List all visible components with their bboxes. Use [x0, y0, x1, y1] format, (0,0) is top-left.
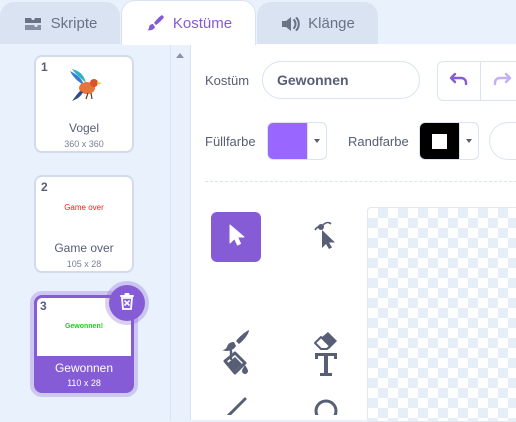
costume-name: Game over — [54, 241, 114, 255]
chevron-down-icon — [307, 123, 326, 159]
outline-color-swatch — [420, 123, 459, 159]
tab-costumes-label: Kostüme — [172, 14, 233, 32]
fill-color-swatch — [268, 123, 307, 159]
outline-width-input[interactable] — [489, 122, 516, 160]
redo-icon — [492, 71, 512, 92]
tab-sounds[interactable]: Klänge — [257, 2, 378, 44]
costume-item-2[interactable]: 2 Game over Game over 105 x 28 — [34, 175, 134, 273]
fill-tool-button[interactable] — [211, 344, 261, 388]
paintbrush-icon — [145, 13, 165, 33]
bird-thumbnail-icon — [66, 67, 104, 108]
toolbar-divider — [205, 181, 516, 182]
costume-name: Vogel — [68, 121, 100, 135]
undo-redo-group — [437, 61, 516, 101]
tab-scripts-label: Skripte — [50, 15, 98, 32]
select-icon — [225, 222, 247, 253]
costume-name-label: Kostüm — [205, 73, 250, 88]
trash-icon — [119, 292, 135, 315]
drawing-canvas[interactable] — [367, 207, 516, 422]
costume-thumbnail-text: Game over — [64, 203, 104, 212]
circle-tool-button[interactable] — [301, 394, 351, 420]
delete-costume-button[interactable] — [109, 285, 145, 321]
costume-item-1[interactable]: 1 Vogel 360 x 360 — [34, 55, 134, 153]
tab-sounds-label: Klänge — [308, 15, 355, 32]
line-icon — [223, 395, 249, 420]
costume-size: 360 x 360 — [64, 139, 104, 149]
code-blocks-icon — [23, 16, 43, 32]
outline-color-picker[interactable] — [419, 122, 479, 160]
scroll-up-arrow-icon[interactable] — [176, 53, 184, 58]
outline-color-label: Randfarbe — [348, 134, 409, 149]
costume-number: 3 — [40, 299, 47, 313]
reshape-tool-button[interactable] — [301, 212, 351, 262]
costume-number: 2 — [41, 180, 48, 194]
chevron-down-icon — [459, 123, 478, 159]
costume-name: Gewonnen — [54, 361, 114, 375]
text-icon — [313, 351, 339, 382]
costume-number: 1 — [41, 60, 48, 74]
costume-name-input[interactable] — [262, 61, 420, 99]
tab-scripts[interactable]: Skripte — [0, 2, 120, 44]
speaker-icon — [280, 15, 300, 33]
line-tool-button[interactable] — [211, 394, 261, 420]
fill-color-picker[interactable] — [267, 122, 327, 160]
fill-color-label: Füllfarbe — [205, 134, 256, 149]
reshape-icon — [313, 220, 339, 255]
select-tool-button[interactable] — [211, 212, 261, 262]
costume-size: 110 x 28 — [67, 378, 101, 388]
text-tool-button[interactable] — [301, 344, 351, 388]
costume-size: 105 x 28 — [66, 259, 102, 269]
costume-thumbnail-text: Gewonnen! — [64, 323, 104, 330]
editor-tab-bar: Skripte Kostüme Klänge — [0, 0, 516, 45]
redo-button[interactable] — [480, 62, 516, 100]
tab-costumes[interactable]: Kostüme — [121, 0, 256, 45]
paint-editor: Kostüm Füllfarbe Randfarbe — [190, 44, 516, 422]
circle-icon — [313, 395, 339, 420]
fill-icon — [221, 349, 251, 384]
undo-icon — [449, 71, 469, 92]
costume-list-scrollbar[interactable] — [171, 44, 189, 420]
undo-button[interactable] — [438, 62, 480, 100]
